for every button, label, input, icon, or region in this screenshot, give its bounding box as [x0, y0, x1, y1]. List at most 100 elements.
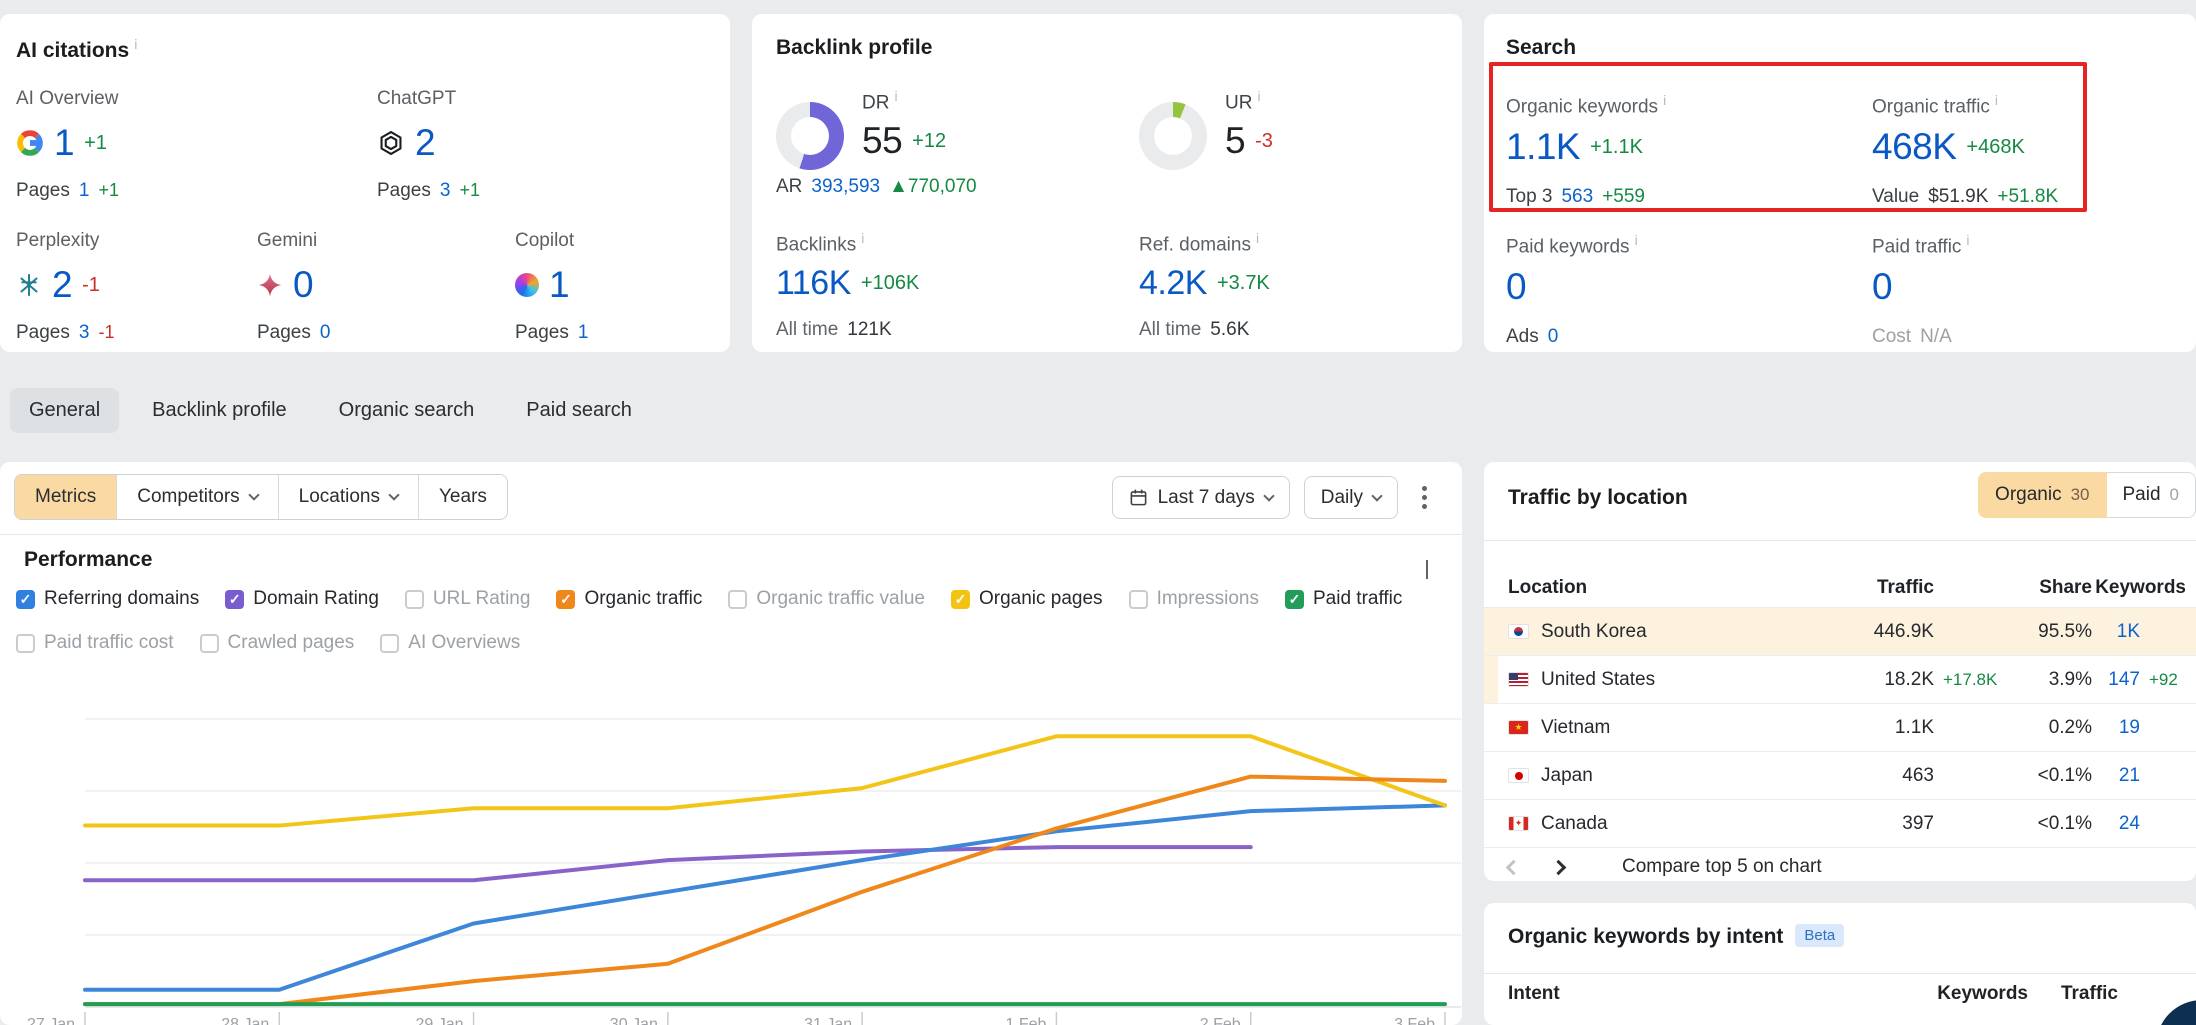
checkbox-impressions[interactable]: Impressions	[1129, 588, 1259, 610]
traffic-value: 18.2K	[1804, 669, 1934, 691]
svg-text:2 Feb: 2 Feb	[1200, 1016, 1241, 1025]
organic-keywords-block: Organic keywords 1.1K +1.1K Top 3 563 +5…	[1506, 92, 1786, 208]
info-icon[interactable]	[861, 230, 864, 246]
date-range-label: Last 7 days	[1158, 487, 1255, 509]
checkbox-label: Organic traffic value	[756, 588, 925, 610]
keywords-by-intent-title: Organic keywords by intentBeta	[1508, 925, 1844, 949]
info-icon[interactable]	[894, 88, 897, 104]
organic-keywords-delta: +1.1K	[1590, 136, 1643, 159]
keywords-link[interactable]: 1K	[2092, 621, 2140, 643]
intent-table-header: Intent Keywords Traffic	[1508, 983, 2118, 1005]
checkbox-paid-traffic[interactable]: Paid traffic	[1285, 588, 1402, 610]
tab-paid-search[interactable]: Paid search	[507, 388, 651, 433]
beta-badge: Beta	[1795, 924, 1844, 947]
filter-segmented-control: Metrics Competitors Locations Years	[14, 474, 508, 520]
domain-rating-block: DR 55 +12	[776, 88, 946, 170]
tab-backlink-profile[interactable]: Backlink profile	[133, 388, 306, 433]
metric-checkbox-row-2: Paid traffic cost Crawled pages AI Overv…	[16, 632, 520, 654]
competitors-button[interactable]: Competitors	[116, 475, 277, 519]
date-range-button[interactable]: Last 7 days	[1112, 476, 1290, 519]
location-pager: Compare top 5 on chart	[1508, 856, 1822, 878]
info-icon[interactable]	[1995, 92, 1998, 108]
checkbox-label: Domain Rating	[253, 588, 379, 610]
keywords-link[interactable]: 147	[2092, 669, 2140, 691]
pages-value[interactable]: 3	[440, 180, 451, 202]
checkbox-ai-overviews[interactable]: AI Overviews	[380, 632, 520, 654]
keywords-link[interactable]: 19	[2092, 717, 2140, 739]
checkbox-organic-traffic-value[interactable]: Organic traffic value	[728, 588, 925, 610]
checkbox-url-rating[interactable]: URL Rating	[405, 588, 531, 610]
google-icon	[16, 129, 44, 157]
dr-value: 55	[862, 120, 902, 162]
table-row-japan[interactable]: Japan 463 <0.1% 21	[1484, 752, 2196, 800]
more-options-button[interactable]	[1412, 482, 1436, 513]
ref-domains-label: Ref. domains	[1139, 230, 1270, 256]
keywords-link[interactable]: 21	[2092, 765, 2140, 787]
chatgpt-value[interactable]: 2	[415, 122, 435, 164]
ai-overview-value[interactable]: 1	[54, 122, 74, 164]
locations-button[interactable]: Locations	[278, 475, 418, 519]
pages-value[interactable]: 0	[320, 322, 331, 344]
info-icon[interactable]	[1663, 92, 1666, 108]
info-icon[interactable]	[1635, 232, 1638, 248]
ref-domains-value[interactable]: 4.2K	[1139, 264, 1207, 303]
table-row-united-states[interactable]: United States 18.2K +17.8K 3.9% 147 +92	[1484, 656, 2196, 704]
organic-traffic-value[interactable]: 468K	[1872, 126, 1956, 168]
divider	[0, 534, 1462, 535]
top3-value[interactable]: 563	[1561, 186, 1593, 208]
checkbox-label: URL Rating	[433, 588, 531, 610]
gemini-value[interactable]: 0	[293, 264, 313, 306]
share-value: <0.1%	[2012, 765, 2092, 787]
pages-value[interactable]: 1	[578, 322, 589, 344]
locations-button-label: Locations	[299, 486, 380, 508]
divider	[1484, 973, 2196, 974]
paid-keywords-label: Paid keywords	[1506, 232, 1786, 258]
checkbox-paid-traffic-cost[interactable]: Paid traffic cost	[16, 632, 174, 654]
paid-traffic-value[interactable]: 0	[1872, 266, 1892, 308]
pages-value[interactable]: 3	[79, 322, 90, 344]
paid-toggle-button[interactable]: Paid 0	[2107, 472, 2196, 518]
years-button[interactable]: Years	[418, 475, 507, 519]
checkbox-organic-traffic[interactable]: Organic traffic	[556, 588, 702, 610]
compare-top5-button[interactable]: Compare top 5 on chart	[1622, 856, 1822, 878]
ads-value[interactable]: 0	[1548, 326, 1559, 348]
performance-chart[interactable]: 27 Jan28 Jan29 Jan30 Jan31 Jan1 Feb2 Feb…	[85, 686, 1445, 1025]
tab-general[interactable]: General	[10, 388, 119, 433]
ar-value[interactable]: 393,593	[811, 176, 880, 198]
metric-checkbox-row-1: Referring domains Domain Rating URL Rati…	[16, 588, 1402, 610]
copilot-value[interactable]: 1	[549, 264, 569, 306]
organic-keywords-value[interactable]: 1.1K	[1506, 126, 1580, 168]
share-value: 3.9%	[2012, 669, 2092, 691]
alltime-value: 5.6K	[1210, 319, 1249, 341]
paid-keywords-value[interactable]: 0	[1506, 266, 1526, 308]
metrics-button[interactable]: Metrics	[15, 475, 116, 519]
next-page-button[interactable]	[1551, 859, 1567, 875]
previous-page-button[interactable]	[1506, 859, 1522, 875]
checkbox-organic-pages[interactable]: Organic pages	[951, 588, 1103, 610]
pages-value[interactable]: 1	[79, 180, 90, 202]
info-icon[interactable]	[1257, 88, 1260, 104]
traffic-delta: +17.8K	[1934, 670, 2012, 690]
tab-organic-search[interactable]: Organic search	[320, 388, 494, 433]
column-traffic: Traffic	[2028, 983, 2118, 1005]
organic-paid-toggle: Organic 30 Paid 0	[1978, 472, 2196, 518]
checkbox-domain-rating[interactable]: Domain Rating	[225, 588, 379, 610]
value-label: Value	[1872, 186, 1919, 208]
collapse-section-button[interactable]	[1426, 560, 1428, 578]
keywords-link[interactable]: 24	[2092, 813, 2140, 835]
table-row-canada[interactable]: Canada 397 <0.1% 24	[1484, 800, 2196, 848]
backlinks-value[interactable]: 116K	[776, 264, 851, 303]
info-icon[interactable]	[1256, 230, 1259, 246]
svg-text:3 Feb: 3 Feb	[1394, 1016, 1435, 1025]
ref-domains-delta: +3.7K	[1217, 272, 1270, 295]
info-icon[interactable]	[134, 36, 137, 52]
perplexity-value[interactable]: 2	[52, 264, 72, 306]
table-row-vietnam[interactable]: Vietnam 1.1K 0.2% 19	[1484, 704, 2196, 752]
keywords-delta: +92	[2140, 670, 2186, 690]
checkbox-referring-domains[interactable]: Referring domains	[16, 588, 199, 610]
granularity-button[interactable]: Daily	[1304, 476, 1398, 519]
organic-toggle-button[interactable]: Organic 30	[1978, 472, 2106, 518]
info-icon[interactable]	[1966, 232, 1969, 248]
checkbox-crawled-pages[interactable]: Crawled pages	[200, 632, 355, 654]
table-row-south-korea[interactable]: South Korea 446.9K 95.5% 1K	[1484, 608, 2196, 656]
